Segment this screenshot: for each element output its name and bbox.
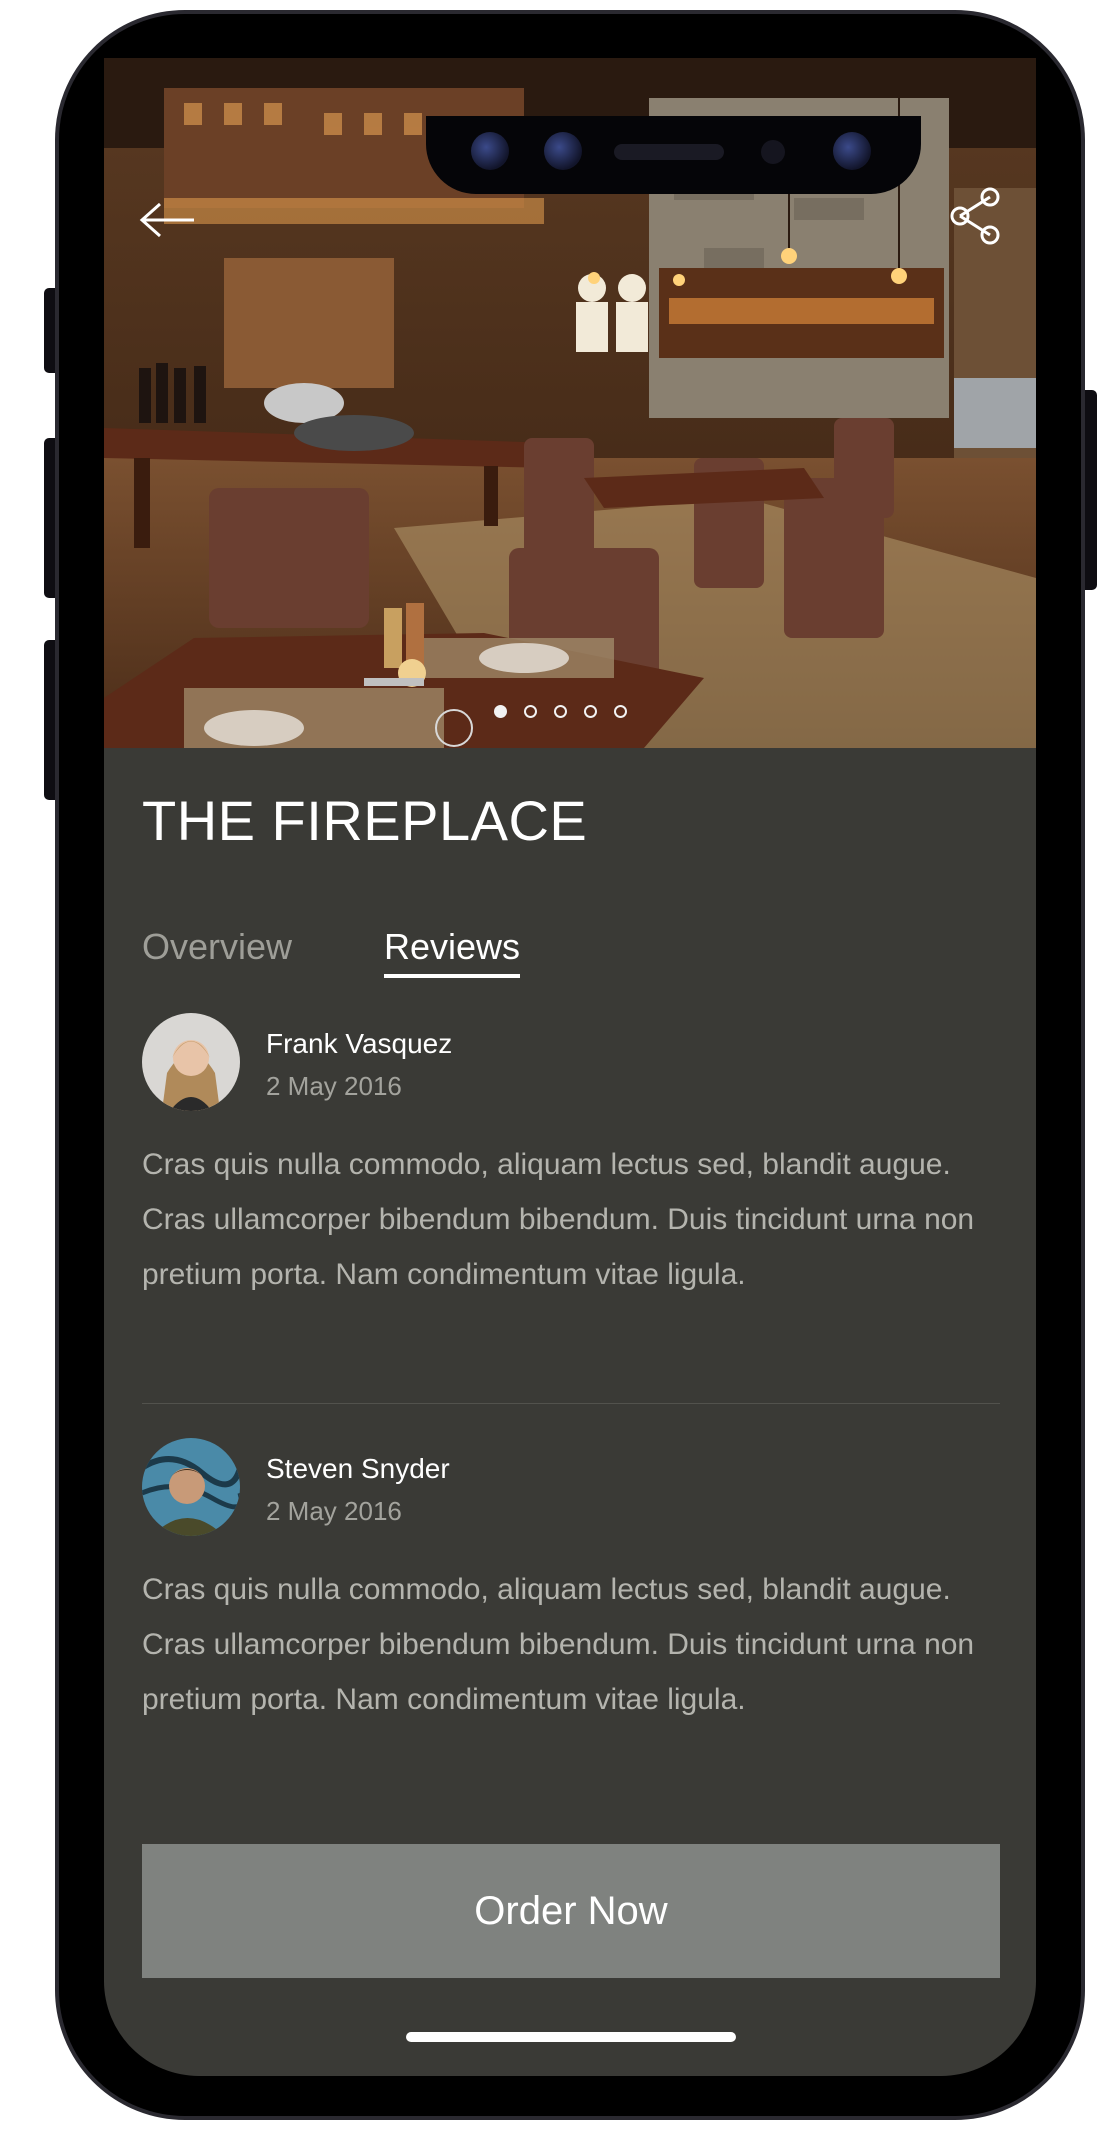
front-camera: [544, 132, 582, 170]
back-button[interactable]: [138, 198, 198, 242]
carousel-indicator: [494, 705, 627, 718]
carousel-dot[interactable]: [614, 705, 627, 718]
carousel-dot[interactable]: [494, 705, 507, 718]
hero-image-carousel[interactable]: [104, 58, 1036, 748]
proximity-sensor: [761, 140, 785, 164]
divider: [142, 1403, 1000, 1404]
tab-reviews[interactable]: Reviews: [384, 926, 521, 978]
share-icon: [950, 187, 1000, 245]
front-camera: [471, 132, 509, 170]
carousel-dot[interactable]: [524, 705, 537, 718]
camera-notch: [426, 116, 921, 194]
app-screen: THE FIREPLACE Overview Reviews Frank Vas…: [104, 58, 1036, 2076]
carousel-dot[interactable]: [584, 705, 597, 718]
restaurant-title: THE FIREPLACE: [142, 789, 588, 852]
review-text: Cras quis nulla commodo, aliquam lectus …: [142, 1148, 975, 1291]
review-text: Cras quis nulla commodo, aliquam lectus …: [142, 1573, 975, 1716]
review-date: 2 May 2016: [266, 1071, 402, 1101]
avatar[interactable]: [142, 1013, 240, 1111]
tab-overview[interactable]: Overview: [142, 926, 292, 968]
review-date: 2 May 2016: [266, 1496, 402, 1526]
carousel-dot[interactable]: [554, 705, 567, 718]
share-button[interactable]: [946, 183, 1006, 249]
reviewer-name: Steven Snyder: [266, 1453, 450, 1484]
order-now-button[interactable]: Order Now: [142, 1844, 1000, 1978]
reviewer-name: Frank Vasquez: [266, 1028, 453, 1059]
home-indicator[interactable]: [406, 2032, 736, 2042]
face-id-sensor: [833, 132, 871, 170]
avatar[interactable]: [142, 1438, 240, 1536]
earpiece-speaker: [614, 144, 724, 160]
arrow-left-icon: [139, 202, 194, 238]
